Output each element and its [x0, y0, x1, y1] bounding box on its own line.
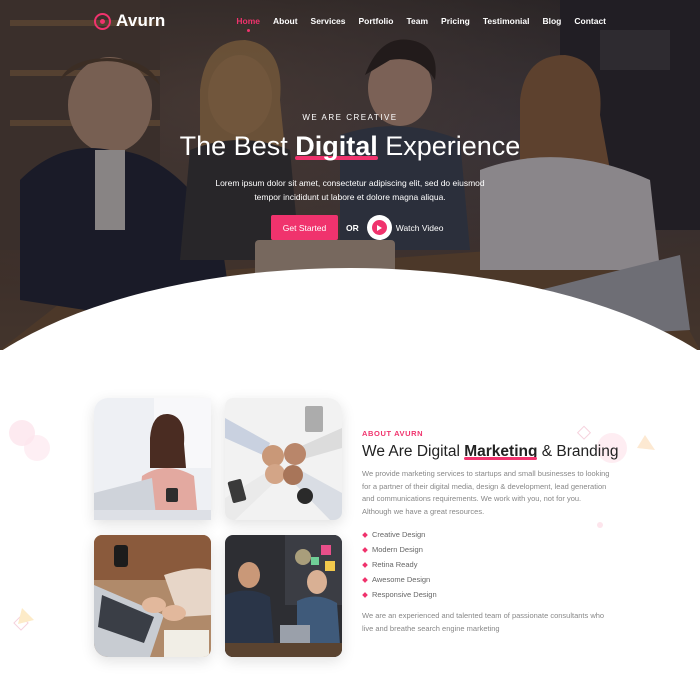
about-title-highlight: Marketing [464, 443, 538, 460]
brand-logo[interactable]: Avurn [94, 11, 166, 31]
watch-video-button[interactable] [366, 215, 392, 240]
about-footer-text: We are an experienced and talented team … [362, 611, 605, 633]
play-icon [377, 224, 383, 231]
nav-item-about[interactable]: About [273, 16, 298, 26]
photo-fist-bump [225, 398, 342, 520]
nav-item-team[interactable]: Team [406, 16, 428, 26]
hero-section [0, 0, 700, 350]
nav-item-services[interactable]: Services [311, 16, 346, 26]
watch-video-label[interactable]: Watch Video [396, 223, 444, 233]
or-separator: OR [346, 222, 359, 233]
feature-label: Awesome Design [372, 575, 431, 584]
feature-label: Responsive Design [372, 590, 437, 599]
gallery-photo-woman-laptop [94, 398, 211, 520]
about-eyebrow: ABOUT AVURN [362, 429, 424, 438]
gallery-photo-laptop-typing [94, 535, 211, 657]
get-started-button[interactable]: Get Started [271, 215, 338, 240]
logo-ring-icon [94, 12, 111, 30]
about-gallery [94, 398, 344, 660]
diamond-bullet-icon [362, 561, 368, 568]
diamond-bullet-icon [362, 531, 368, 538]
list-item: Awesome Design [362, 572, 612, 587]
about-body: We provide marketing services to startup… [362, 469, 610, 516]
photo-woman-laptop [94, 398, 211, 520]
list-item: Creative Design [362, 527, 612, 542]
brand-name: Avurn [116, 11, 166, 30]
list-item: Retina Ready [362, 557, 612, 572]
hero-title-highlight: Digital [295, 131, 378, 161]
feature-label: Creative Design [372, 530, 426, 539]
feature-list: Creative Design Modern Design Retina Rea… [362, 527, 612, 602]
gallery-photo-office-meeting [225, 535, 342, 657]
diamond-bullet-icon [362, 576, 368, 583]
about-title-pre: We Are Digital [362, 443, 465, 460]
about-section: ABOUT AVURN We Are Digital Marketing & B… [362, 429, 618, 635]
gallery-photo-fist-bump [225, 398, 342, 520]
feature-label: Modern Design [372, 545, 423, 554]
hero-headline: The Best Digital Experience [0, 131, 700, 162]
nav-item-testimonial[interactable]: Testimonial [483, 16, 530, 26]
top-nav: Avurn Home About Services Portfolio Team… [0, 0, 700, 42]
list-item: Responsive Design [362, 587, 612, 602]
hero-eyebrow: WE ARE CREATIVE [302, 113, 398, 122]
about-title: We Are Digital Marketing & Branding [362, 443, 618, 461]
hero-cta-row: Get Started OR Watch Video [271, 215, 443, 240]
about-title-post: & Branding [537, 443, 619, 460]
play-circle [371, 220, 387, 235]
nav-item-blog[interactable]: Blog [542, 16, 561, 26]
nav-item-pricing[interactable]: Pricing [441, 16, 470, 26]
feature-label: Retina Ready [372, 560, 418, 569]
nav-item-contact[interactable]: Contact [574, 16, 606, 26]
nav-item-portfolio[interactable]: Portfolio [359, 16, 394, 26]
diamond-bullet-icon [362, 546, 368, 553]
hero-subtext: Lorem ipsum dolor sit amet, consectetur … [215, 178, 485, 202]
photo-laptop-typing [94, 535, 211, 657]
main-menu: Home About Services Portfolio Team Prici… [236, 16, 606, 32]
photo-office-meeting [225, 535, 342, 657]
hero-title-post: Experience [377, 131, 521, 161]
hero-title-pre: The Best [179, 131, 296, 161]
list-item: Modern Design [362, 542, 612, 557]
diamond-bullet-icon [362, 591, 368, 598]
nav-item-home[interactable]: Home [236, 16, 260, 32]
